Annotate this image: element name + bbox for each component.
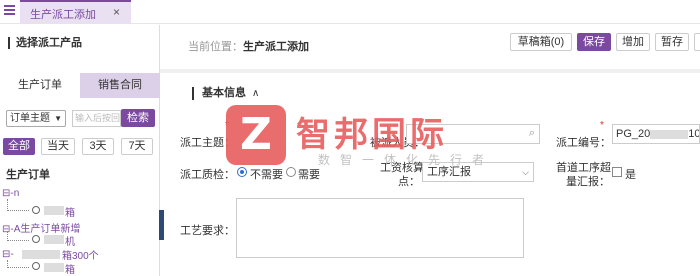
chevron-down-icon: ▼ bbox=[54, 114, 62, 123]
add-button[interactable]: 增加 bbox=[616, 33, 650, 51]
breadcrumb-prefix: 当前位置： bbox=[188, 41, 243, 53]
redacted-text bbox=[22, 250, 60, 259]
assignee-input[interactable]: ⌕ bbox=[406, 124, 540, 144]
left-tabs: 生产订单 销售合同 bbox=[0, 73, 160, 98]
dispatch-code-input[interactable]: PG_20 1001 bbox=[612, 124, 700, 144]
tab-production-dispatch-add[interactable]: 生产派工添加 × bbox=[20, 0, 131, 24]
section-basic-info[interactable]: 基本信息 ∧ bbox=[192, 87, 259, 100]
breadcrumb: 当前位置：生产派工添加 bbox=[188, 38, 309, 54]
code-prefix: PG_20 bbox=[616, 128, 651, 140]
wage-label-cont: 点： bbox=[398, 176, 420, 188]
required-marker: * bbox=[600, 120, 604, 131]
tree-leaf-label[interactable]: 箱 bbox=[65, 204, 75, 219]
chevron-up-icon: ∧ bbox=[252, 88, 260, 99]
first-process-label-cont: 量汇报： bbox=[566, 176, 610, 188]
tree-node[interactable]: ⊟- bbox=[2, 249, 14, 260]
tree-title: 生产订单 bbox=[6, 169, 50, 181]
filter-all-button[interactable]: 全部 bbox=[3, 138, 35, 155]
tree-connector bbox=[7, 210, 29, 211]
more-button[interactable] bbox=[694, 33, 700, 51]
redacted-text bbox=[44, 263, 64, 272]
product-selector-panel: 选择派工产品 生产订单 销售合同 订单主题 ▼ 输入后按回车 检索 全部 当天 … bbox=[0, 25, 160, 276]
code-suffix: 1001 bbox=[688, 128, 700, 140]
craft-label: 工艺要求： bbox=[180, 225, 235, 237]
qc-yes-label: 需要 bbox=[298, 169, 320, 181]
save-button[interactable]: 保存 bbox=[577, 33, 611, 51]
first-process-check-label: 是 bbox=[625, 169, 636, 181]
tree-node-label: - bbox=[10, 249, 14, 260]
search-input[interactable]: 输入后按回车 bbox=[72, 110, 121, 127]
panel-title: 选择派工产品 bbox=[8, 37, 82, 49]
tree-node-label-suffix: 箱300个 bbox=[62, 251, 99, 262]
craft-requirements-textarea[interactable] bbox=[236, 198, 524, 258]
filter-field-value: 订单主题 bbox=[10, 113, 50, 124]
search-button[interactable]: 检索 bbox=[121, 109, 155, 127]
search-icon: ⌕ bbox=[528, 127, 535, 139]
tree-radio[interactable] bbox=[32, 206, 40, 214]
wage-point-select[interactable]: 工序汇报 ⌵ bbox=[422, 162, 534, 182]
panel-collapse-handle[interactable] bbox=[159, 210, 164, 240]
section-title: 基本信息 bbox=[202, 87, 246, 99]
qc-yes-radio[interactable] bbox=[286, 167, 296, 177]
redacted-text bbox=[650, 129, 689, 139]
redacted-text bbox=[44, 235, 64, 244]
filter-field-select[interactable]: 订单主题 ▼ bbox=[6, 110, 66, 127]
breadcrumb-page: 生产派工添加 bbox=[243, 41, 309, 53]
qc-no-radio[interactable] bbox=[237, 167, 247, 177]
drafts-button[interactable]: 草稿箱(0) bbox=[510, 33, 572, 51]
redacted-text bbox=[44, 206, 64, 215]
code-label: 派工编号： bbox=[556, 137, 611, 149]
filter-today-button[interactable]: 当天 bbox=[41, 138, 75, 155]
required-marker: * bbox=[225, 120, 229, 131]
tree-leaf-label[interactable]: 箱 bbox=[65, 261, 75, 276]
filter-7days-button[interactable]: 7天 bbox=[121, 138, 153, 155]
qc-label: 派工质检： bbox=[180, 169, 235, 181]
tree-node-label: -n bbox=[10, 188, 20, 199]
tab-label: 生产派工添加 bbox=[30, 9, 96, 21]
first-process-checkbox[interactable] bbox=[612, 167, 622, 177]
subject-label: 派工主题： bbox=[180, 137, 235, 149]
menu-icon[interactable] bbox=[4, 5, 17, 17]
tree-connector bbox=[7, 240, 29, 241]
tree-leaf-label[interactable]: 机 bbox=[65, 233, 75, 248]
tree-node[interactable]: ⊟-n bbox=[2, 188, 19, 199]
close-icon[interactable]: × bbox=[113, 5, 120, 19]
tab-sales-contract[interactable]: 销售合同 bbox=[80, 73, 160, 98]
chevron-down-icon: ⌵ bbox=[522, 167, 529, 177]
tree-radio[interactable] bbox=[32, 235, 40, 243]
filter-3days-button[interactable]: 3天 bbox=[82, 138, 114, 155]
divider bbox=[160, 69, 700, 73]
brand-logo: Z bbox=[226, 105, 286, 165]
tree-connector bbox=[7, 267, 29, 268]
brand-logo-letter: Z bbox=[240, 109, 272, 160]
wage-point-value: 工序汇报 bbox=[427, 166, 471, 178]
tab-bar: 生产派工添加 × bbox=[0, 0, 700, 24]
tree-radio[interactable] bbox=[32, 262, 40, 270]
tab-production-order[interactable]: 生产订单 bbox=[0, 73, 80, 98]
temp-save-button[interactable]: 暂存 bbox=[655, 33, 689, 51]
qc-no-label: 不需要 bbox=[250, 169, 283, 181]
